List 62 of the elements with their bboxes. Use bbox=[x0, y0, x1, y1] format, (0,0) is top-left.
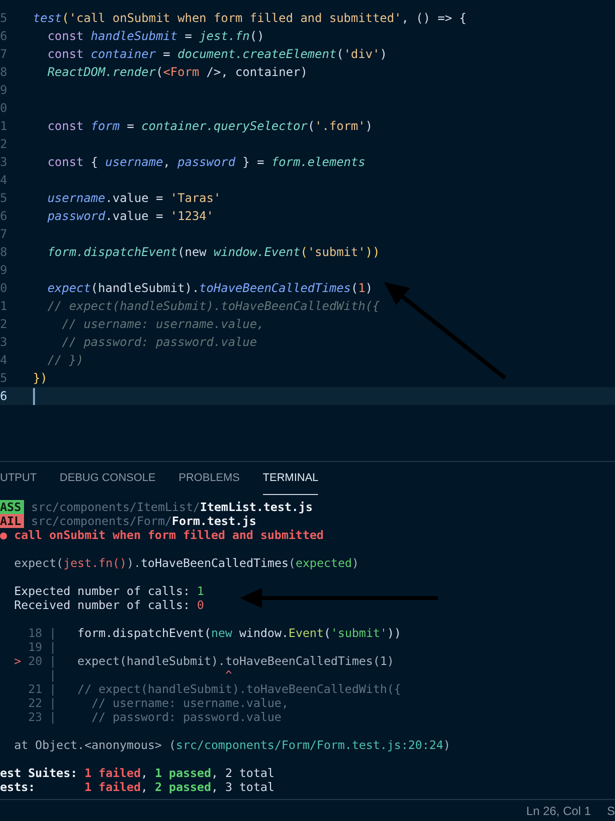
status-item[interactable]: Ln 26, Col 1 bbox=[526, 804, 591, 818]
panel-tab[interactable]: UTPUT bbox=[0, 462, 37, 495]
line-number: 8 bbox=[0, 65, 8, 79]
code-line: ReactDOM.render(<Form />, container) bbox=[46, 65, 308, 79]
line-number: 2 bbox=[0, 317, 8, 331]
panel-tab[interactable]: PROBLEMS bbox=[178, 462, 240, 495]
test-file-path: src/components/ItemList/ItemList.test.js bbox=[30, 500, 313, 514]
terminal-line: 22 | // username: username.value, bbox=[27, 696, 290, 710]
terminal-line: 21 | // expect(handleSubmit).toHaveBeenCalledWith({ bbox=[27, 682, 402, 696]
line-number: 6 bbox=[0, 29, 8, 43]
code-line: const container = document.createElement('div') bbox=[46, 47, 388, 61]
terminal-line: Received number of calls: 0 bbox=[13, 598, 206, 612]
line-number: 1 bbox=[0, 119, 8, 133]
line-number: 9 bbox=[0, 263, 8, 277]
code-line: // password: password.value bbox=[60, 335, 257, 349]
panel-tab[interactable]: DEBUG CONSOLE bbox=[60, 462, 156, 495]
code-line: test('call onSubmit when form filled and submitted', () => { bbox=[33, 11, 467, 25]
line-number: 0 bbox=[0, 281, 8, 295]
line-number: 7 bbox=[0, 47, 8, 61]
status-item[interactable]: S bbox=[606, 804, 615, 818]
line-number: 3 bbox=[0, 335, 8, 349]
code-line: }) bbox=[33, 371, 48, 385]
terminal-line: 19 | bbox=[27, 640, 58, 654]
code-line: // }) bbox=[46, 353, 84, 367]
line-number: 1 bbox=[0, 299, 8, 313]
code-line: username.value = 'Taras' bbox=[46, 191, 221, 205]
terminal-line: at Object.<anonymous> (src/components/Form/Form.test.js:20:24) bbox=[13, 738, 452, 752]
line-number: 5 bbox=[0, 11, 8, 25]
terminal-line: | ^ bbox=[48, 668, 234, 682]
panel-tab[interactable]: TERMINAL bbox=[262, 462, 318, 495]
code-line: const handleSubmit = jest.fn() bbox=[46, 29, 264, 43]
status-badge: AIL bbox=[0, 514, 24, 528]
line-number: 2 bbox=[0, 137, 8, 151]
terminal-line: > 20 | expect(handleSubmit).toHaveBeenCalledTimes(1) bbox=[13, 654, 396, 668]
line-number: 6 bbox=[0, 209, 8, 223]
terminal-line: est Suites: 1 failed, 1 passed, 2 total bbox=[0, 766, 276, 780]
line-number: 3 bbox=[0, 155, 8, 169]
line-number: 8 bbox=[0, 245, 8, 259]
text-cursor bbox=[33, 388, 35, 404]
code-line: form.dispatchEvent(new window.Event('submit')) bbox=[46, 245, 380, 259]
code-line: const form = container.querySelector('.form') bbox=[46, 119, 373, 133]
line-number: 4 bbox=[0, 173, 8, 187]
line-number: 6 bbox=[0, 389, 8, 403]
line-number: 4 bbox=[0, 353, 8, 367]
terminal-line: 23 | // password: password.value bbox=[27, 710, 282, 724]
code-line: password.value = '1234' bbox=[46, 209, 214, 223]
line-number: 5 bbox=[0, 191, 8, 205]
terminal-line: 18 | form.dispatchEvent(new window.Event('submit')) bbox=[27, 626, 402, 640]
status-badge: ASS bbox=[0, 500, 24, 514]
line-number: 7 bbox=[0, 227, 8, 241]
code-line: expect(handleSubmit).toHaveBeenCalledTimes(1) bbox=[46, 281, 373, 295]
code-line: // expect(handleSubmit).toHaveBeenCalledWith({ bbox=[46, 299, 380, 313]
line-number: 0 bbox=[0, 101, 8, 115]
terminal-line: Expected number of calls: 1 bbox=[13, 584, 206, 598]
terminal-line: ● call onSubmit when form filled and submitted bbox=[0, 528, 325, 542]
line-number: 9 bbox=[0, 83, 8, 97]
terminal-line: expect(jest.fn()).toHaveBeenCalledTimes(expected) bbox=[13, 556, 360, 570]
line-number: 5 bbox=[0, 371, 8, 385]
test-file-path: src/components/Form/Form.test.js bbox=[30, 514, 256, 528]
terminal-line: ests: 1 failed, 2 passed, 3 total bbox=[0, 780, 276, 794]
code-line: const { username, password } = form.elements bbox=[46, 155, 366, 169]
code-line: // username: username.value, bbox=[60, 317, 264, 331]
